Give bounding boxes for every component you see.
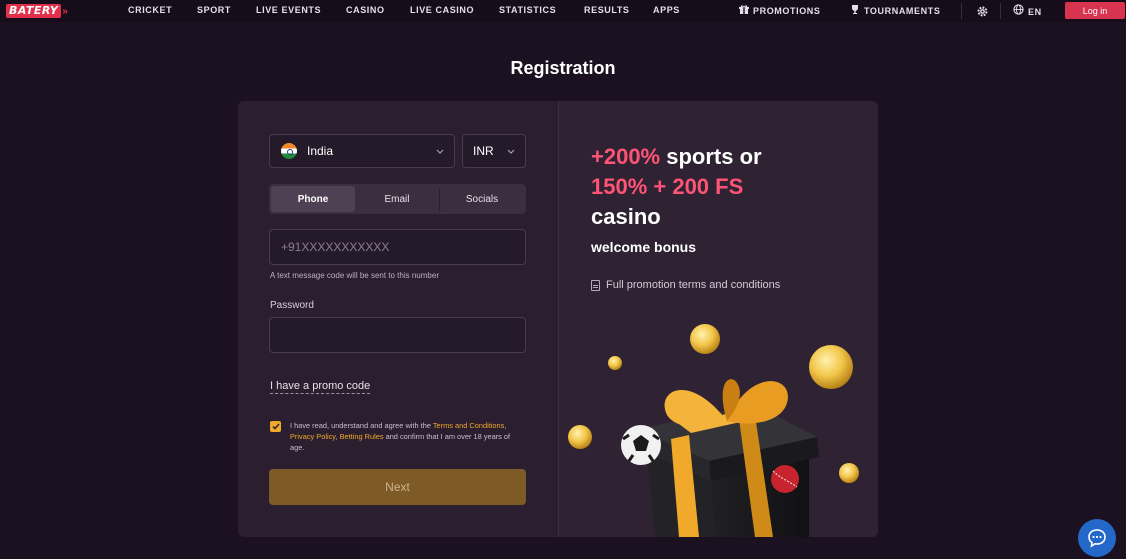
nav-statistics[interactable]: STATISTICS	[499, 5, 556, 15]
nav-divider	[961, 3, 962, 19]
password-label: Password	[270, 300, 314, 311]
currency-select[interactable]: INR	[462, 134, 526, 168]
chat-bubble-icon	[1088, 529, 1106, 548]
betting-rules-link[interactable]: Betting Rules	[340, 432, 384, 441]
phone-input[interactable]	[269, 229, 526, 265]
support-chat-button[interactable]	[1078, 519, 1116, 557]
page-title: Registration	[510, 58, 616, 78]
promo-panel: +200% sports or 150% + 200 FS casino wel…	[558, 101, 878, 537]
nav-results[interactable]: RESULTS	[584, 5, 630, 15]
promo-code-link[interactable]: I have a promo code	[270, 380, 371, 394]
terms-text: I have read, understand and agree with t…	[290, 420, 526, 453]
cricket-ball-icon	[771, 465, 799, 493]
coin-icon	[809, 345, 853, 389]
terms-prefix: I have read, understand and agree with t…	[290, 421, 433, 430]
chevron-down-icon	[436, 146, 444, 156]
promo-casino-amount: 150% + 200 FS	[591, 174, 744, 199]
currency-value: INR	[473, 144, 494, 158]
nav-tournaments-label: TOURNAMENTS	[864, 6, 941, 16]
document-icon	[591, 279, 600, 291]
terms-checkbox[interactable]	[270, 421, 281, 432]
logo-text: BATERY	[6, 4, 62, 18]
logo[interactable]: BATERY »	[6, 4, 68, 18]
nav-sport[interactable]: SPORT	[197, 5, 231, 15]
country-value: India	[307, 144, 334, 158]
terms-and-conditions-link[interactable]: Terms and Conditions	[433, 421, 504, 430]
promo-sports-percent: +200%	[591, 144, 661, 169]
tab-phone[interactable]: Phone	[271, 186, 355, 212]
login-button[interactable]: Log in	[1065, 2, 1125, 19]
promotion-terms-label: Full promotion terms and conditions	[606, 279, 781, 291]
password-input[interactable]	[269, 317, 526, 353]
nav-promotions[interactable]: PROMOTIONS	[739, 5, 821, 16]
next-button[interactable]: Next	[269, 469, 526, 505]
coin-icon	[608, 356, 622, 370]
language-label: EN	[1028, 7, 1042, 17]
privacy-policy-link[interactable]: Privacy Policy	[290, 432, 335, 441]
nav-promotions-label: PROMOTIONS	[753, 6, 821, 16]
phone-hint: A text message code will be sent to this…	[270, 271, 439, 280]
settings-gear-icon[interactable]	[974, 3, 990, 19]
promotion-terms-link[interactable]: Full promotion terms and conditions	[591, 279, 780, 291]
nav-divider	[1000, 3, 1001, 19]
nav-live-events[interactable]: LIVE EVENTS	[256, 5, 321, 15]
gift-icon	[739, 5, 749, 16]
top-navigation-bar: BATERY » CRICKET SPORT LIVE EVENTS CASIN…	[0, 0, 1126, 22]
nav-cricket[interactable]: CRICKET	[128, 5, 172, 15]
welcome-bonus-text: welcome bonus	[591, 239, 697, 255]
trophy-icon	[850, 5, 860, 16]
logo-arrow-icon: »	[62, 5, 68, 17]
coin-icon	[839, 463, 859, 483]
tab-socials[interactable]: Socials	[439, 186, 524, 212]
language-selector[interactable]: EN	[1013, 4, 1042, 17]
chevron-down-icon	[507, 146, 515, 156]
promo-sports-text: sports or	[660, 144, 762, 169]
globe-icon	[1013, 4, 1024, 17]
nav-apps[interactable]: APPS	[653, 5, 680, 15]
terms-separator: ,	[504, 421, 507, 430]
nav-casino[interactable]: CASINO	[346, 5, 385, 15]
nav-tournaments[interactable]: TOURNAMENTS	[850, 5, 940, 16]
coin-icon	[568, 425, 592, 449]
gift-box-illustration	[568, 324, 859, 537]
coin-icon	[690, 324, 720, 354]
country-select[interactable]: India	[269, 134, 455, 168]
nav-live-casino[interactable]: LIVE CASINO	[410, 5, 474, 15]
registration-card: India INR Phone Email Socials A text mes…	[238, 101, 878, 537]
promo-line-1: +200% sports or	[591, 144, 762, 170]
tab-email[interactable]: Email	[355, 186, 439, 212]
india-flag-icon	[281, 143, 297, 159]
registration-method-tabs: Phone Email Socials	[269, 184, 526, 214]
promo-casino-text: casino	[591, 204, 661, 229]
